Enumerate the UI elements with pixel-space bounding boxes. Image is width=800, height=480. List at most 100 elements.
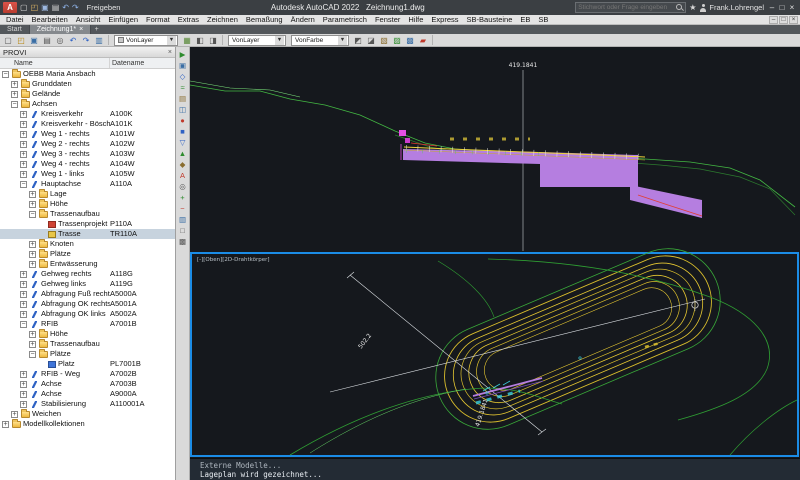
menu-fenster[interactable]: Fenster — [371, 15, 404, 24]
frame-icon[interactable]: □ — [177, 225, 188, 235]
hatch-icon[interactable]: ▩ — [177, 236, 188, 246]
drawing-area[interactable]: 419.1841 [-][Oben][2D-Drahtkörper] — [190, 47, 800, 458]
plot-icon[interactable]: ▤ — [52, 2, 60, 13]
tree-item-entw-sserung[interactable]: +Entwässerung — [0, 259, 175, 269]
tree-expander-icon[interactable]: + — [20, 161, 27, 168]
cross-section-icon[interactable]: ◫ — [177, 104, 188, 114]
command-prompt-line[interactable]: Lageplan wird gezeichnet... — [200, 470, 800, 479]
zoom-icon[interactable]: ◎ — [177, 181, 188, 191]
slope-icon[interactable]: ▲ — [177, 148, 188, 158]
tree-item-gehweg-rechts[interactable]: +Gehweg rechtsA118G — [0, 269, 175, 279]
axis-icon[interactable]: ◇ — [177, 71, 188, 81]
menu-express[interactable]: Express — [427, 15, 462, 24]
tree-item-trasse[interactable]: TrasseTR110A — [0, 229, 175, 239]
tree-expander-icon[interactable]: + — [20, 381, 27, 388]
tree-expander-icon[interactable]: + — [20, 391, 27, 398]
menu-sb-bausteine[interactable]: SB-Bausteine — [463, 15, 517, 24]
tree-item-rfib-weg[interactable]: +RFIB - WegA7002B — [0, 369, 175, 379]
model-icon[interactable]: ◆ — [177, 159, 188, 169]
save-icon[interactable]: ▣ — [28, 35, 40, 46]
menu-sb[interactable]: SB — [534, 15, 552, 24]
menu-einf-gen[interactable]: Einfügen — [104, 15, 142, 24]
tree-item-grunddaten[interactable]: +Grunddaten — [0, 79, 175, 89]
favorites-icon[interactable]: ★ — [689, 3, 696, 12]
save-icon[interactable]: ▣ — [41, 2, 49, 13]
maximize-button[interactable]: □ — [777, 3, 787, 12]
tree-expander-icon[interactable]: + — [2, 421, 9, 428]
tree-expander-icon[interactable]: + — [11, 411, 18, 418]
tree-item-knoten[interactable]: +Knoten — [0, 239, 175, 249]
menu-hilfe[interactable]: Hilfe — [404, 15, 427, 24]
menu-parametrisch[interactable]: Parametrisch — [319, 15, 371, 24]
tree-item-pl-tze[interactable]: +Plätze — [0, 249, 175, 259]
color-control-dropdown[interactable]: VonLayer▼ — [114, 35, 178, 46]
tree-expander-icon[interactable]: + — [20, 141, 27, 148]
tree-expander-icon[interactable]: + — [29, 241, 36, 248]
chevron-down-icon[interactable]: ▼ — [275, 36, 284, 45]
node-icon[interactable]: ● — [177, 115, 188, 125]
tree-expander-icon[interactable]: + — [20, 111, 27, 118]
search-icon[interactable] — [676, 4, 683, 11]
redo-icon[interactable]: ↷ — [72, 2, 79, 13]
tree-item-achse[interactable]: +AchseA9000A — [0, 389, 175, 399]
station-icon[interactable]: ▤ — [177, 93, 188, 103]
drainage-icon[interactable]: ▽ — [177, 137, 188, 147]
command-line[interactable]: Externe Modelle... Lageplan wird gezeich… — [190, 458, 800, 480]
layers-icon[interactable]: ▥ — [177, 214, 188, 224]
chevron-down-icon[interactable]: ▼ — [167, 36, 176, 45]
text-icon[interactable]: A — [177, 170, 188, 180]
share-button[interactable]: Freigeben — [87, 3, 121, 12]
redo-icon[interactable]: ↷ — [80, 35, 92, 46]
drawing-canvas[interactable]: 419.1841 [-][Oben][2D-Drahtkörper] — [190, 47, 800, 458]
tree-expander-icon[interactable]: + — [29, 261, 36, 268]
tree-item-trassenaufbau[interactable]: +Trassenaufbau — [0, 339, 175, 349]
properties-icon[interactable]: ◨ — [207, 35, 219, 46]
tree-item-weg-3-rechts[interactable]: +Weg 3 - rechtsA103W — [0, 149, 175, 159]
search-box[interactable] — [575, 2, 686, 13]
tree-expander-icon[interactable]: + — [20, 271, 27, 278]
tree-item-weg-4-rechts[interactable]: +Weg 4 - rechtsA104W — [0, 159, 175, 169]
plot-icon[interactable]: ▤ — [41, 35, 53, 46]
tree-expander-icon[interactable]: + — [20, 301, 27, 308]
annotate-icon[interactable]: ▰ — [417, 35, 429, 46]
tree-expander-icon[interactable]: + — [29, 191, 36, 198]
tree-expander-icon[interactable]: + — [20, 121, 27, 128]
menu-eb[interactable]: EB — [516, 15, 534, 24]
tree-expander-icon[interactable]: − — [2, 71, 9, 78]
tab-zeichnung1[interactable]: Zeichnung1*× — [30, 25, 91, 34]
tab-close-icon[interactable]: × — [79, 26, 83, 33]
open-file-icon[interactable]: ◰ — [31, 2, 39, 13]
block-icon[interactable]: ◪ — [365, 35, 377, 46]
tree-item-lage[interactable]: +Lage — [0, 189, 175, 199]
menu-format[interactable]: Format — [142, 15, 174, 24]
table-icon[interactable]: ▩ — [404, 35, 416, 46]
tree-item-abfragung-ok-rechts[interactable]: +Abfragung OK rechtsA5001A — [0, 299, 175, 309]
tree-expander-icon[interactable]: − — [29, 351, 36, 358]
tree-item-weichen[interactable]: +Weichen — [0, 409, 175, 419]
hatch-icon[interactable]: ▧ — [378, 35, 390, 46]
tree-expander-icon[interactable]: + — [20, 311, 27, 318]
layer-states-icon[interactable]: ▦ — [181, 35, 193, 46]
viewport-controls-label[interactable]: [-][Oben][2D-Drahtkörper] — [197, 257, 270, 263]
plotstyle-control-dropdown[interactable]: VonFarbe▼ — [291, 35, 349, 46]
tree-item-achsen[interactable]: −Achsen — [0, 99, 175, 109]
tree-expander-icon[interactable]: + — [20, 151, 27, 158]
search-input[interactable] — [578, 4, 674, 11]
tree-item-trassenaufbau[interactable]: −Trassenaufbau — [0, 209, 175, 219]
tree-item-gehweg-links[interactable]: +Gehweg linksA119G — [0, 279, 175, 289]
tree-expander-icon[interactable]: + — [20, 171, 27, 178]
undo-icon[interactable]: ↶ — [62, 2, 69, 13]
tree-expander-icon[interactable]: − — [11, 101, 18, 108]
menu-extras[interactable]: Extras — [174, 15, 203, 24]
menu-datei[interactable]: Datei — [2, 15, 28, 24]
tree-item-kreisverkehr-b-schung-einb[interactable]: +Kreisverkehr - Böschung Einb...A101K — [0, 119, 175, 129]
layers-icon[interactable]: ▥ — [93, 35, 105, 46]
tree-item-hauptachse[interactable]: −HauptachseA110A — [0, 179, 175, 189]
tree-item-rfib[interactable]: −RFIBA7001B — [0, 319, 175, 329]
remove-icon[interactable]: − — [177, 203, 188, 213]
preview-icon[interactable]: ◎ — [54, 35, 66, 46]
chevron-down-icon[interactable]: ▼ — [338, 36, 347, 45]
tree-expander-icon[interactable]: + — [20, 131, 27, 138]
terrain-icon[interactable]: ≈ — [177, 82, 188, 92]
tree-expander-icon[interactable]: − — [29, 211, 36, 218]
